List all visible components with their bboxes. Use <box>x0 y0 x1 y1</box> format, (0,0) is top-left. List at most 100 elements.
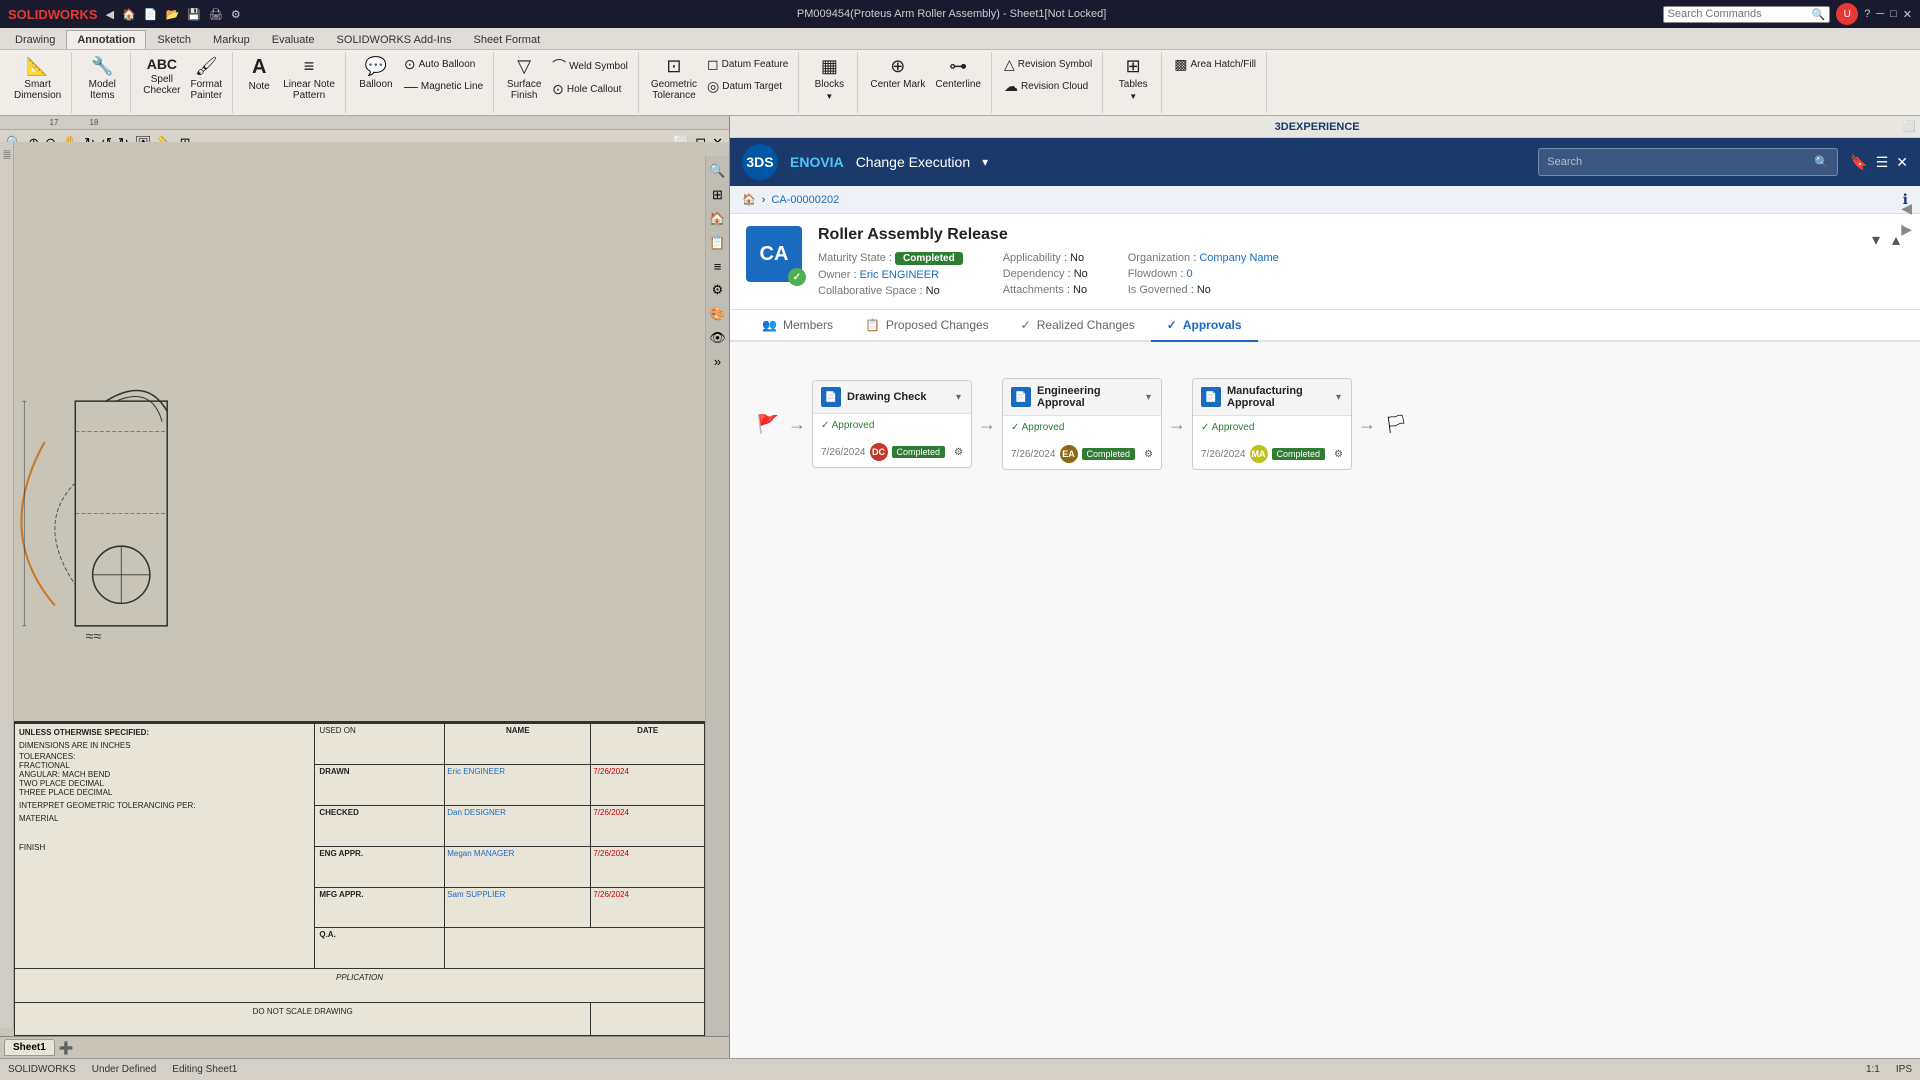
hole-callout-button[interactable]: ⊙ Hole Callout <box>548 79 632 100</box>
side-view-btn[interactable]: 👁 <box>707 327 728 349</box>
tab-realized-changes[interactable]: ✓ Realized Changes <box>1005 310 1151 342</box>
user-avatar[interactable]: U <box>1836 3 1858 25</box>
tab-drawing[interactable]: Drawing <box>4 30 66 49</box>
ribbon-tabs: Drawing Annotation Sketch Markup Evaluat… <box>0 28 1920 50</box>
app-dropdown-arrow[interactable]: ▾ <box>982 155 988 169</box>
save-icon[interactable]: 💾 <box>187 8 201 21</box>
side-zoom-btn[interactable]: 🔍 <box>707 160 727 182</box>
new-icon[interactable]: 📄 <box>144 8 158 21</box>
print-icon[interactable]: 🖨 <box>209 8 223 21</box>
side-layers-btn[interactable]: 📋 <box>707 232 727 254</box>
dependency-row: Dependency : No <box>1003 268 1088 280</box>
tab-approvals[interactable]: ✓ Approvals <box>1151 310 1258 342</box>
side-toolbar: 🔍 ⊞ 🏠 📋 ≡ ⚙ 🎨 👁 » <box>705 156 729 1036</box>
weld-symbol-button[interactable]: ⌒ Weld Symbol <box>548 54 632 78</box>
minimize-button[interactable]: ─ <box>1876 8 1884 20</box>
tables-button[interactable]: ⊞ Tables ▼ <box>1111 54 1155 103</box>
side-expand-btn[interactable]: » <box>712 351 723 372</box>
close-panel-icon[interactable]: ✕ <box>1896 154 1908 171</box>
model-items-button[interactable]: 🔧 ModelItems <box>80 54 124 103</box>
mfg-approval-completed: Completed <box>1272 448 1326 460</box>
sheet-tab-1[interactable]: Sheet1 <box>4 1039 55 1056</box>
auto-balloon-button[interactable]: ⊙ Auto Balloon <box>400 54 487 75</box>
restore-button[interactable]: □ <box>1890 8 1897 20</box>
bookmark-icon[interactable]: 🔖 <box>1850 154 1867 171</box>
close-button[interactable]: ✕ <box>1903 8 1912 21</box>
drawing-check-expand[interactable]: ▾ <box>954 390 963 405</box>
spell-checker-button[interactable]: ABC SpellChecker <box>139 54 184 98</box>
maturity-row: Maturity State : Completed <box>818 252 963 265</box>
hole-callout-label: Hole Callout <box>567 84 621 95</box>
flowdown-value[interactable]: 0 <box>1186 268 1192 280</box>
home-icon[interactable]: 🏠 <box>122 8 136 21</box>
model-items-label: ModelItems <box>89 79 116 101</box>
exp-search-input[interactable] <box>1547 156 1808 168</box>
geometric-tolerance-button[interactable]: ⊡ GeometricTolerance <box>647 54 701 103</box>
side-settings-btn[interactable]: ⚙ <box>710 279 726 301</box>
balloon-button[interactable]: 💬 Balloon <box>354 54 398 92</box>
tab-proposed-changes[interactable]: 📋 Proposed Changes <box>849 310 1005 342</box>
magnetic-line-icon: — <box>404 78 418 94</box>
smart-dimension-button[interactable]: 📐 SmartDimension <box>10 54 65 103</box>
tab-markup[interactable]: Markup <box>202 30 261 49</box>
owner-value[interactable]: Eric ENGINEER <box>860 269 939 281</box>
center-mark-button[interactable]: ⊕ Center Mark <box>866 54 929 92</box>
geometric-tolerance-label: GeometricTolerance <box>651 79 697 101</box>
area-hatch-button[interactable]: ▩ Area Hatch/Fill <box>1170 54 1260 75</box>
magnetic-line-button[interactable]: — Magnetic Line <box>400 76 487 96</box>
help-icon[interactable]: ? <box>1864 8 1870 20</box>
open-icon[interactable]: 📂 <box>165 8 179 21</box>
attachments-row: Attachments : No <box>1003 284 1088 296</box>
tab-evaluate[interactable]: Evaluate <box>261 30 326 49</box>
drawing-area[interactable]: 17 18 🔍 ⊕ ⊖ ✋ ↻ ↺ ↻ 🖼 📏 ⊞ ⬜ ⊟ ✕ ||||| <box>0 116 730 1058</box>
tab-members[interactable]: 👥 Members <box>746 310 849 342</box>
revision-symbol-icon: △ <box>1004 56 1015 73</box>
exp-search-box[interactable]: 🔍 <box>1538 148 1838 176</box>
statusbar-scale: 1:1 <box>1866 1064 1880 1075</box>
search-commands-input[interactable] <box>1668 8 1808 20</box>
blocks-button[interactable]: ▦ Blocks ▼ <box>807 54 851 103</box>
workflow-arrow-2: → <box>976 414 998 435</box>
owner-row: Owner : Eric ENGINEER <box>818 269 963 281</box>
eng-approval-expand[interactable]: ▾ <box>1144 390 1153 405</box>
datum-target-button[interactable]: ◎ Datum Target <box>703 76 792 97</box>
drawing-check-title: Drawing Check <box>847 391 948 403</box>
organization-value[interactable]: Company Name <box>1199 252 1278 264</box>
surface-finish-button[interactable]: ▽ SurfaceFinish <box>502 54 546 103</box>
add-sheet-icon[interactable]: ➕ <box>57 1039 76 1057</box>
side-grid-btn[interactable]: ⊞ <box>710 184 725 206</box>
tab-annotation[interactable]: Annotation <box>66 30 146 49</box>
centerline-button[interactable]: ⊶ Centerline <box>931 54 985 92</box>
mfg-approval-expand[interactable]: ▾ <box>1334 390 1343 405</box>
nav-back-icon[interactable]: ◀ <box>106 8 114 21</box>
revision-symbol-button[interactable]: △ Revision Symbol <box>1000 54 1096 75</box>
eng-approval-settings-icon[interactable]: ⚙ <box>1144 449 1153 460</box>
attachments-value: No <box>1073 284 1087 296</box>
menu-icon[interactable]: ☰ <box>1876 154 1889 171</box>
right-panel: 3DEXPERIENCE ⬜ 3DS ENOVIA Change Executi… <box>730 116 1920 1058</box>
tab-addins[interactable]: SOLIDWORKS Add-Ins <box>326 30 463 49</box>
side-color-btn[interactable]: 🎨 <box>707 303 727 325</box>
organization-row: Organization : Company Name <box>1128 252 1279 264</box>
tab-sheet-format[interactable]: Sheet Format <box>462 30 551 49</box>
revision-cloud-button[interactable]: ☁ Revision Cloud <box>1000 76 1096 97</box>
datum-feature-button[interactable]: ◻ Datum Feature <box>703 54 792 75</box>
members-label: Members <box>783 318 833 332</box>
side-filter-btn[interactable]: ≡ <box>712 256 724 277</box>
search-commands-bar[interactable]: 🔍 <box>1663 6 1831 23</box>
mfg-approval-settings-icon[interactable]: ⚙ <box>1334 449 1343 460</box>
breadcrumb-home-icon[interactable]: 🏠 <box>742 193 756 206</box>
note-button[interactable]: A Note <box>241 54 277 94</box>
used-on-text: USED ON <box>319 726 440 735</box>
flowdown-row: Flowdown : 0 <box>1128 268 1279 280</box>
breadcrumb-item[interactable]: CA-00000202 <box>771 194 839 206</box>
options-icon[interactable]: ⚙ <box>231 8 241 21</box>
sw-logo: SOLIDWORKS <box>8 7 98 22</box>
side-home-btn[interactable]: 🏠 <box>707 208 727 230</box>
tab-sketch[interactable]: Sketch <box>146 30 202 49</box>
linear-note-pattern-button[interactable]: ≡ Linear NotePattern <box>279 54 339 103</box>
collapse-icon[interactable]: ▾ <box>1868 226 1884 254</box>
drawing-check-settings-icon[interactable]: ⚙ <box>954 447 963 458</box>
3dx-expand-icon[interactable]: ⬜ <box>1902 120 1916 133</box>
format-painter-button[interactable]: 🖌 FormatPainter <box>187 54 227 103</box>
